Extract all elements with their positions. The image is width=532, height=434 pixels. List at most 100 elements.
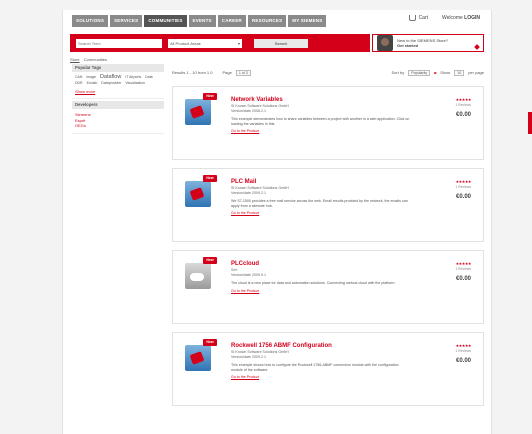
- rockwell-config-icon[interactable]: [185, 345, 211, 371]
- breadcrumb: Store Communities: [70, 57, 110, 62]
- tag-link[interactable]: Data: [145, 75, 152, 80]
- product-version: Version/date 2008.2.1: [231, 108, 266, 113]
- product-description: We S7-1500 provides a free mail service …: [231, 199, 408, 208]
- product-title[interactable]: Rockwell 1756 ABMF Configuration: [231, 343, 411, 350]
- tag-link[interactable]: Visualization: [125, 81, 145, 86]
- cart-icon: [408, 15, 416, 21]
- rating-stars: ★★★★★: [455, 179, 472, 184]
- product-info: Rockwell 1756 ABMF Configuration SI Known…: [231, 343, 411, 379]
- product-info: PLCcloud S/m Version/date 2009.9.1 The clou…: [231, 261, 411, 293]
- top-right-tools: Cart Welcome LOGIN: [408, 15, 480, 21]
- nav-tab-services[interactable]: SERVICES: [110, 15, 143, 27]
- nav-tab-my-siemens[interactable]: MY SIEMENS: [288, 15, 327, 27]
- review-count[interactable]: 1 Reviews: [437, 185, 471, 189]
- product-pricing: ★★★★★ 1 Reviews €0.00: [437, 179, 471, 200]
- product-link[interactable]: Go to the Product: [231, 375, 411, 379]
- nav-tab-resources[interactable]: RESOURCES: [247, 15, 287, 27]
- review-count[interactable]: 1 Reviews: [437, 103, 471, 107]
- product-card[interactable]: New Network Variables SI Known Software So…: [172, 86, 484, 160]
- new-badge: New: [203, 175, 217, 182]
- show-label: Show: [440, 70, 451, 75]
- nav-tab-career[interactable]: CAREER: [217, 15, 246, 27]
- nav-tab-events[interactable]: EVENTS: [188, 15, 216, 27]
- product-card[interactable]: New Rockwell 1756 ABMF Configuration SI Kn…: [172, 332, 484, 406]
- plc-mail-icon[interactable]: [185, 181, 211, 207]
- rating-stars: ★★★★★: [455, 97, 472, 102]
- product-card[interactable]: New PLCcloud S/m Version/date 2009.9.1 The c…: [172, 250, 484, 324]
- breadcrumb-communities: Communities: [83, 57, 108, 62]
- login-area[interactable]: Welcome LOGIN: [442, 15, 480, 21]
- product-price: €0.00: [455, 358, 471, 364]
- product-price: €0.00: [455, 194, 471, 200]
- plc-cloud-icon[interactable]: [185, 263, 211, 289]
- review-count[interactable]: 1 Reviews: [437, 267, 471, 271]
- developers-list: Siemens Esprit OEGs: [72, 109, 164, 134]
- tag-link[interactable]: Dataprovider: [101, 81, 121, 86]
- sort-select[interactable]: Popularity: [408, 69, 431, 76]
- promo-banner[interactable]: New to the SIEMENS Store? Get started: [372, 34, 484, 52]
- login-link[interactable]: LOGIN: [464, 15, 480, 21]
- per-page-select[interactable]: 10: [454, 69, 465, 76]
- product-link[interactable]: Go to the Product: [231, 211, 411, 215]
- tag-link[interactable]: CAN: [75, 75, 82, 80]
- page: SOLUTIONS SERVICES COMMUNITIES EVENTS CA…: [0, 0, 532, 434]
- welcome-text: Welcome: [442, 15, 463, 21]
- tag-link[interactable]: IT Airports: [125, 75, 141, 80]
- top-navigation: SOLUTIONS SERVICES COMMUNITIES EVENTS CA…: [62, 12, 492, 30]
- product-price: €0.00: [455, 276, 471, 282]
- product-info: Network Variables SI Known Software Solut…: [231, 97, 411, 133]
- per-page-label: per page: [468, 70, 484, 75]
- new-badge: New: [203, 257, 217, 264]
- tag-link[interactable]: Dataflow: [100, 74, 121, 80]
- cart-link[interactable]: Cart: [408, 15, 429, 21]
- breadcrumb-store[interactable]: Store: [70, 57, 80, 62]
- product-price: €0.00: [455, 112, 471, 118]
- tag-link[interactable]: Ecolab: [87, 81, 98, 86]
- category-select[interactable]: All Product Areas ▾: [168, 38, 242, 48]
- product-title[interactable]: PLCcloud: [231, 261, 411, 268]
- product-info: PLC Mail SI Known Software Solutions GmbH…: [231, 179, 411, 215]
- rating-stars: ★★★★★: [455, 343, 472, 348]
- results-toolbar: Results 1 - 10 from 1 0 Page 1 of 3 Sort…: [172, 68, 484, 77]
- rating-stars: ★★★★★: [455, 261, 472, 266]
- arrow-icon: [474, 44, 480, 50]
- product-card[interactable]: New PLC Mail SI Known Software Solutions G…: [172, 168, 484, 242]
- search-input[interactable]: [76, 38, 162, 48]
- product-description: This example demonstrates how to share v…: [231, 117, 410, 126]
- product-description: This example shows how to configure the …: [231, 363, 399, 372]
- product-link[interactable]: Go to the Product: [231, 129, 411, 133]
- developers-heading: Developers: [72, 101, 164, 109]
- show-more-link[interactable]: Show more: [75, 89, 161, 94]
- search-button[interactable]: Search: [254, 38, 308, 48]
- sort-direction-icon[interactable]: ▸▸: [434, 70, 437, 75]
- promo-text: New to the SIEMENS Store? Get started: [397, 38, 448, 48]
- review-count[interactable]: 1 Reviews: [437, 349, 471, 353]
- nav-tab-communities[interactable]: COMMUNITIES: [144, 15, 187, 27]
- chevron-down-icon: ▾: [237, 40, 240, 46]
- product-pricing: ★★★★★ 1 Reviews €0.00: [437, 343, 471, 364]
- tag-cloud: CAN image Dataflow IT Airports Data DDR Ecolab…: [75, 74, 161, 86]
- category-select-value: All Product Areas: [170, 40, 201, 46]
- developer-link[interactable]: OEGs: [75, 123, 161, 129]
- promo-person-image: [377, 35, 393, 51]
- nav-tab-solutions[interactable]: SOLUTIONS: [72, 15, 109, 27]
- new-badge: New: [203, 339, 217, 346]
- product-description: The cloud is a new place for data and au…: [231, 281, 396, 285]
- product-title[interactable]: PLC Mail: [231, 179, 411, 186]
- popular-tags-panel: CAN image Dataflow IT Airports Data DDR Ecolab…: [72, 72, 164, 99]
- product-version: Version/date 2009.2.1: [231, 354, 266, 359]
- popular-tags-heading: Popular Tags: [72, 64, 164, 72]
- product-version: Version/date 2009.2.1: [231, 190, 266, 195]
- product-link[interactable]: Go to the Product: [231, 289, 411, 293]
- network-variables-icon[interactable]: [185, 99, 211, 125]
- promo-line-2: Get started: [397, 43, 419, 48]
- feedback-tab[interactable]: [528, 112, 532, 134]
- cart-label: Cart: [418, 15, 429, 21]
- page-select[interactable]: 1 of 3: [235, 69, 251, 76]
- sort-label: Sort by: [391, 70, 405, 75]
- product-title[interactable]: Network Variables: [231, 97, 411, 104]
- new-badge: New: [203, 93, 217, 100]
- tag-link[interactable]: DDR: [75, 81, 83, 86]
- product-version: Version/date 2009.9.1: [231, 272, 266, 277]
- tag-link[interactable]: image: [86, 75, 96, 80]
